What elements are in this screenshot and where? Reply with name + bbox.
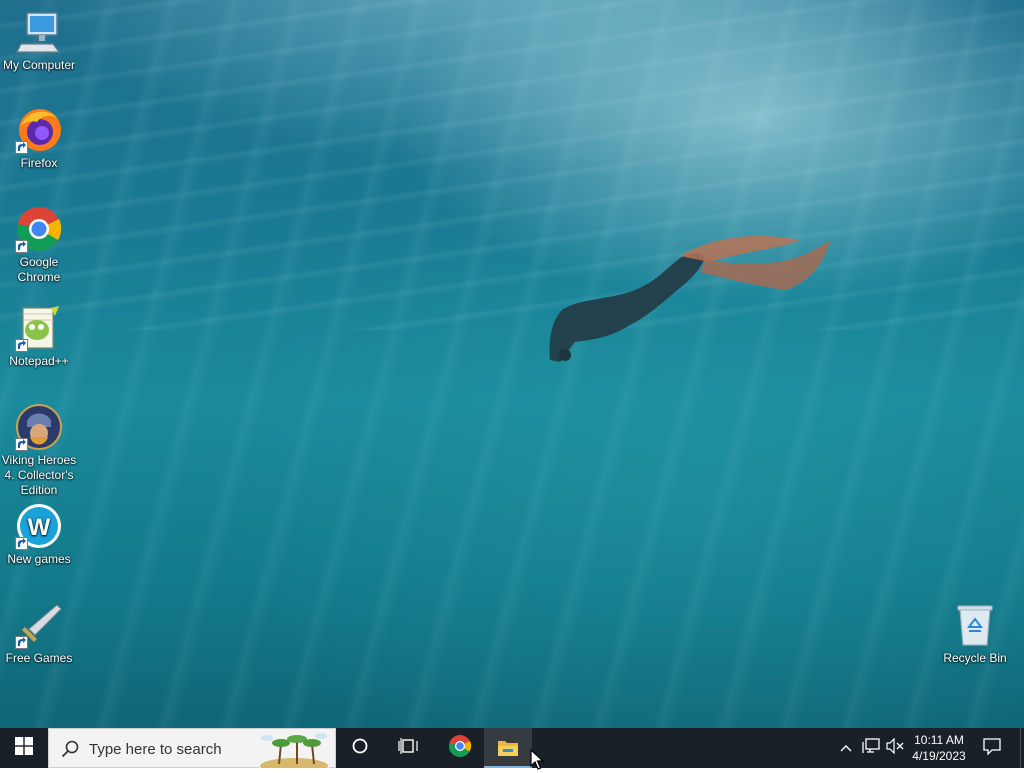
notepad-plus-plus-icon: [15, 304, 63, 352]
water-surface-streaks: [0, 0, 1024, 330]
desktop-icon-label: Notepad++: [9, 354, 69, 368]
shortcut-arrow-icon: [15, 537, 28, 550]
chrome-icon: [448, 734, 472, 763]
new-games-icon: W: [15, 502, 63, 550]
desktop-icon-label: New games: [7, 552, 71, 566]
file-explorer-icon: [497, 738, 519, 763]
show-desktop-button[interactable]: [1020, 728, 1024, 768]
desktop-icon-label: Recycle Bin: [943, 651, 1007, 665]
viking-heroes-icon: [15, 403, 63, 451]
search-placeholder: Type here to search: [89, 741, 222, 758]
svg-text:W: W: [28, 514, 51, 541]
desktop-icon-notepad-plus-plus[interactable]: Notepad++: [0, 304, 78, 369]
desktop-icon-recycle-bin[interactable]: Recycle Bin: [936, 601, 1014, 666]
desktop-icon-label: Free Games: [5, 651, 73, 665]
cortana-button[interactable]: [336, 728, 384, 768]
desktop-icon-label: Firefox: [20, 156, 58, 170]
desktop-icon-label: Google Chrome: [17, 255, 61, 284]
my-computer-icon: [15, 8, 63, 56]
desktop-wallpaper: My Computer Firefox Google Chrome Notepa…: [0, 0, 1024, 728]
desktop-icon-label: My Computer: [2, 58, 76, 72]
shortcut-arrow-icon: [15, 240, 28, 253]
taskbar-app-file-explorer[interactable]: [484, 728, 532, 768]
task-view-button[interactable]: [384, 728, 432, 768]
desktop-icon-new-games[interactable]: W New games: [0, 502, 78, 567]
windows-start-icon: [15, 736, 33, 760]
desktop-icon-viking-heroes[interactable]: Viking Heroes 4. Collector's Edition: [0, 403, 78, 498]
shortcut-arrow-icon: [15, 339, 28, 352]
desktop-icon-my-computer[interactable]: My Computer: [0, 8, 78, 73]
firefox-icon: [15, 106, 63, 154]
chrome-icon: [15, 205, 63, 253]
desktop-icon-firefox[interactable]: Firefox: [0, 106, 78, 171]
search-icon: [61, 740, 79, 763]
free-games-icon: [15, 601, 63, 649]
desktop-icon-label: Viking Heroes 4. Collector's Edition: [1, 453, 77, 497]
light-rays: [0, 0, 1024, 728]
taskbar-app-google-chrome[interactable]: [436, 728, 484, 768]
cortana-circle-icon: [351, 737, 369, 760]
recycle-bin-icon: [951, 601, 999, 649]
shortcut-arrow-icon: [15, 438, 28, 451]
desktop-icon-google-chrome[interactable]: Google Chrome: [0, 205, 78, 285]
shortcut-arrow-icon: [15, 141, 28, 154]
search-input[interactable]: Type here to search: [48, 728, 336, 773]
search-highlight-image: [259, 730, 329, 773]
freediver-image: [549, 235, 830, 362]
task-view-icon: [398, 737, 418, 760]
desktop-icon-free-games[interactable]: Free Games: [0, 601, 78, 666]
shortcut-arrow-icon: [15, 636, 28, 649]
start-button[interactable]: [0, 728, 48, 768]
